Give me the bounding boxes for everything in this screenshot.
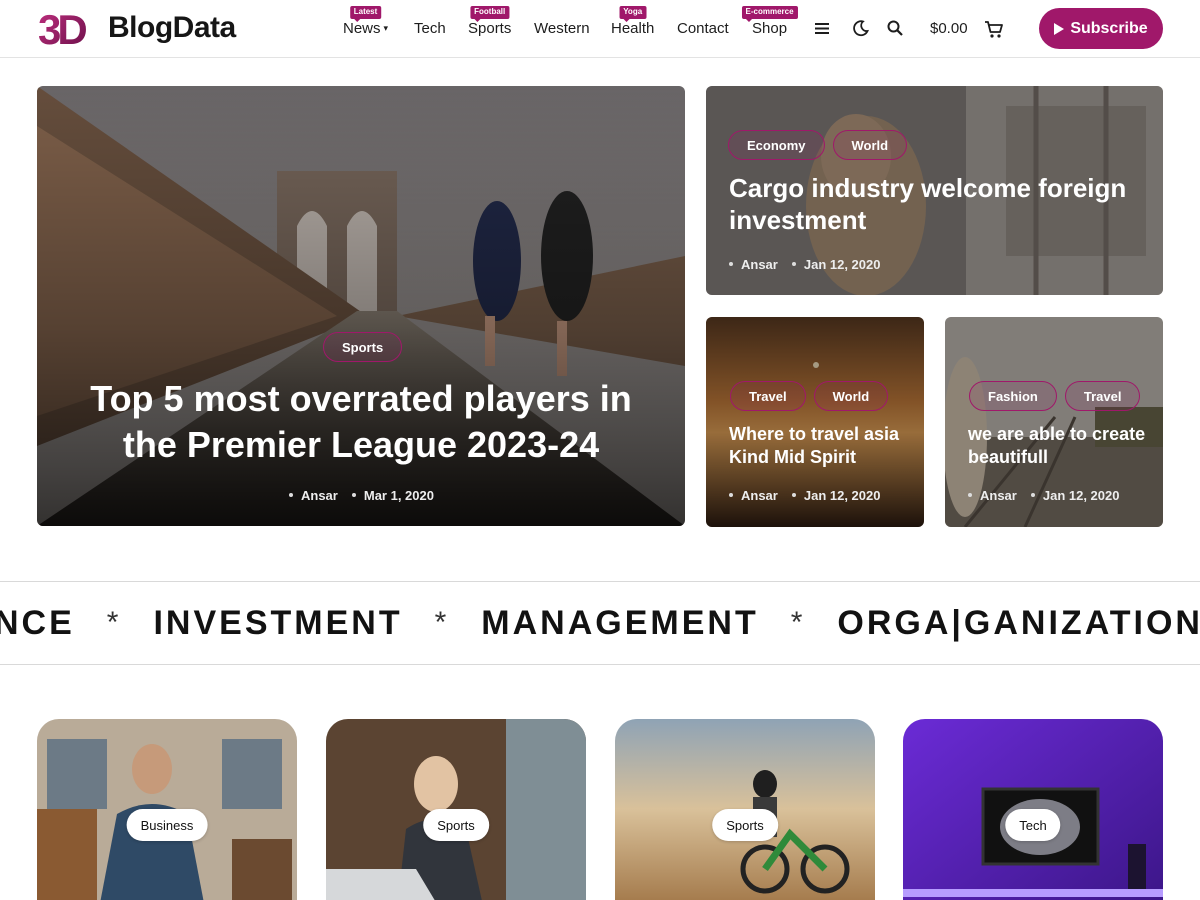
nav-western[interactable]: Western: [534, 20, 590, 37]
hero-bottom-right-title[interactable]: we are able to create beautifull: [968, 423, 1153, 469]
nav-badge-yoga: Yoga: [619, 6, 647, 22]
nav-badge-ecommerce: E-commerce: [741, 6, 798, 22]
hero-main-title[interactable]: Top 5 most overrated players in the Prem…: [67, 376, 655, 468]
ticker-word: NCE: [0, 604, 75, 642]
nav-news[interactable]: Latest News ▾: [343, 6, 389, 37]
nav-shop[interactable]: E-commerce Shop: [741, 6, 798, 37]
hero-bottom-right-tags: Fashion Travel: [969, 381, 1141, 411]
hero-main-card[interactable]: Sports Top 5 most overrated players in t…: [37, 86, 685, 526]
nav-badge-latest: Latest: [349, 6, 382, 22]
hero-bottom-left-title[interactable]: Where to travel asia Kind Mid Spirit: [729, 423, 914, 469]
keyword-ticker: NCE * INVESTMENT * MANAGEMENT * ORGA|GANIZATIO…: [0, 581, 1200, 665]
hero-main-meta: Ansar Mar 1, 2020: [289, 488, 434, 503]
site-name: BlogData: [108, 11, 236, 44]
hero-top-right-author[interactable]: Ansar: [729, 257, 778, 272]
nav-news-label: News: [343, 20, 381, 37]
nav-contact[interactable]: Contact: [677, 20, 729, 37]
menu-icon[interactable]: [813, 19, 831, 37]
hero-bottom-left-tags: Travel World: [730, 381, 889, 411]
nav-health-label: Health: [611, 20, 655, 37]
category-card-sports-1[interactable]: Sports: [326, 719, 586, 900]
tag-travel[interactable]: Travel: [1064, 381, 1141, 411]
hero-top-right-meta: Ansar Jan 12, 2020: [729, 257, 880, 272]
nav-contact-label: Contact: [677, 20, 729, 37]
tag-fashion[interactable]: Fashion: [969, 381, 1057, 411]
hero-bottom-left-card[interactable]: Travel World Where to travel asia Kind M…: [706, 317, 924, 527]
tag-travel[interactable]: Travel: [730, 381, 806, 411]
subscribe-label: Subscribe: [1070, 19, 1148, 37]
category-card-business[interactable]: Business: [37, 719, 297, 900]
category-pill-sports[interactable]: Sports: [423, 809, 489, 841]
nav-shop-label: Shop: [752, 20, 788, 37]
ticker-word: MANAGEMENT: [481, 604, 759, 642]
nav-tech[interactable]: Tech: [414, 20, 446, 37]
nav-western-label: Western: [534, 20, 590, 37]
hero-main-date: Mar 1, 2020: [352, 488, 434, 503]
ticker-word: ORGA|GANIZATIONS: [837, 604, 1200, 642]
tag-world[interactable]: World: [813, 381, 889, 411]
nav-badge-football: Football: [470, 6, 510, 22]
logo-mark-text: 3D: [38, 8, 86, 48]
search-icon[interactable]: [886, 19, 904, 37]
hero-bottom-left-author[interactable]: Ansar: [729, 488, 778, 503]
site-logo[interactable]: 3D BlogData: [38, 8, 236, 48]
hero-top-right-card[interactable]: Economy World Cargo industry welcome for…: [706, 86, 1163, 295]
ticker-separator: *: [434, 606, 450, 639]
hero-bottom-left-date: Jan 12, 2020: [792, 488, 881, 503]
cart-icon[interactable]: [984, 19, 1004, 39]
category-pill-sports[interactable]: Sports: [712, 809, 778, 841]
category-card-tech[interactable]: Tech: [903, 719, 1163, 900]
logo-mark-icon: 3D: [38, 8, 90, 48]
hero-main-tags: Sports: [323, 332, 403, 362]
hero-top-right-tags: Economy World: [728, 130, 908, 160]
cart-amount[interactable]: $0.00: [930, 20, 968, 37]
ticker-word: INVESTMENT: [153, 604, 403, 642]
ticker-track: NCE * INVESTMENT * MANAGEMENT * ORGA|GANIZATIO…: [0, 604, 1200, 643]
ticker-separator: *: [106, 606, 122, 639]
nav-health[interactable]: Yoga Health: [611, 6, 655, 37]
hero-bottom-right-date: Jan 12, 2020: [1031, 488, 1120, 503]
category-card-sports-2[interactable]: Sports: [615, 719, 875, 900]
subscribe-button[interactable]: Subscribe: [1039, 8, 1163, 49]
category-pill-tech[interactable]: Tech: [1005, 809, 1061, 841]
hero-bottom-right-meta: Ansar Jan 12, 2020: [968, 488, 1119, 503]
hero-main-author[interactable]: Ansar: [289, 488, 338, 503]
chevron-down-icon: ▾: [383, 23, 389, 33]
hero-top-right-title[interactable]: Cargo industry welcome foreign investmen…: [729, 172, 1139, 236]
ticker-separator: *: [790, 606, 806, 639]
tag-world[interactable]: World: [832, 130, 908, 160]
category-pill-business[interactable]: Business: [126, 809, 208, 841]
nav-sports[interactable]: Football Sports: [468, 6, 512, 37]
hero-bottom-left-meta: Ansar Jan 12, 2020: [729, 488, 880, 503]
hero-bottom-right-card[interactable]: Fashion Travel we are able to create bea…: [945, 317, 1163, 527]
site-header: 3D BlogData Latest News ▾ Tech Football S…: [0, 0, 1200, 58]
nav-sports-label: Sports: [468, 20, 512, 37]
tag-economy[interactable]: Economy: [728, 130, 825, 160]
tag-sports[interactable]: Sports: [323, 332, 403, 362]
dark-mode-icon[interactable]: [852, 19, 870, 37]
hero-top-right-date: Jan 12, 2020: [792, 257, 881, 272]
play-icon: [1054, 22, 1065, 35]
hero-bottom-right-author[interactable]: Ansar: [968, 488, 1017, 503]
nav-tech-label: Tech: [414, 20, 446, 37]
